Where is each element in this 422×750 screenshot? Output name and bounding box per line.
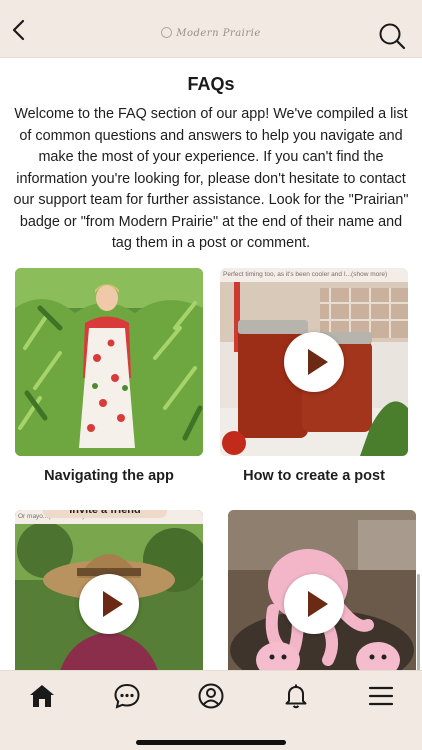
home-indicator	[136, 740, 286, 745]
play-button-icon[interactable]	[79, 574, 139, 634]
tab-profile[interactable]	[196, 681, 226, 711]
card-label[interactable]: How to create a post	[220, 468, 408, 484]
play-button-icon[interactable]	[284, 332, 344, 392]
woman-in-ferns-image	[15, 268, 203, 456]
scrollbar[interactable]	[417, 574, 420, 670]
brand-mark-icon	[161, 27, 173, 38]
video-thumbnail[interactable]	[15, 268, 203, 456]
video-thumbnail[interactable]	[228, 510, 416, 670]
search-icon	[379, 23, 406, 50]
brand-logo: Modern Prairie	[0, 27, 422, 39]
tab-notifications[interactable]	[281, 681, 311, 711]
post-caption: Perfect timing too, as it's been cooler …	[220, 268, 408, 282]
tab-menu[interactable]	[366, 681, 396, 711]
home-icon	[30, 685, 54, 707]
tab-home[interactable]	[27, 681, 57, 711]
brand-name: Modern Prairie	[176, 28, 261, 39]
bottom-tab-bar	[0, 670, 422, 750]
card-label[interactable]: Navigating the app	[15, 468, 203, 484]
search-button[interactable]	[378, 22, 406, 50]
play-button-icon[interactable]	[284, 574, 344, 634]
chat-bubble-icon	[114, 683, 140, 709]
title-overlay-pill: Invite a friend	[43, 510, 167, 518]
faq-content[interactable]: FAQs Welcome to the FAQ section of our a…	[0, 58, 422, 670]
tab-messages[interactable]	[112, 681, 142, 711]
video-thumbnail[interactable]: Perfect timing too, as it's been cooler …	[220, 268, 408, 456]
bell-icon	[285, 684, 307, 709]
top-navigation-bar: Modern Prairie	[0, 0, 422, 58]
user-circle-icon	[198, 683, 224, 709]
page-title: FAQs	[187, 74, 235, 94]
video-thumbnail[interactable]: Or mayo...(show more) Invite a friend	[15, 510, 203, 670]
hamburger-menu-icon	[368, 686, 394, 706]
intro-text: Welcome to the FAQ section of our app! W…	[13, 106, 409, 251]
